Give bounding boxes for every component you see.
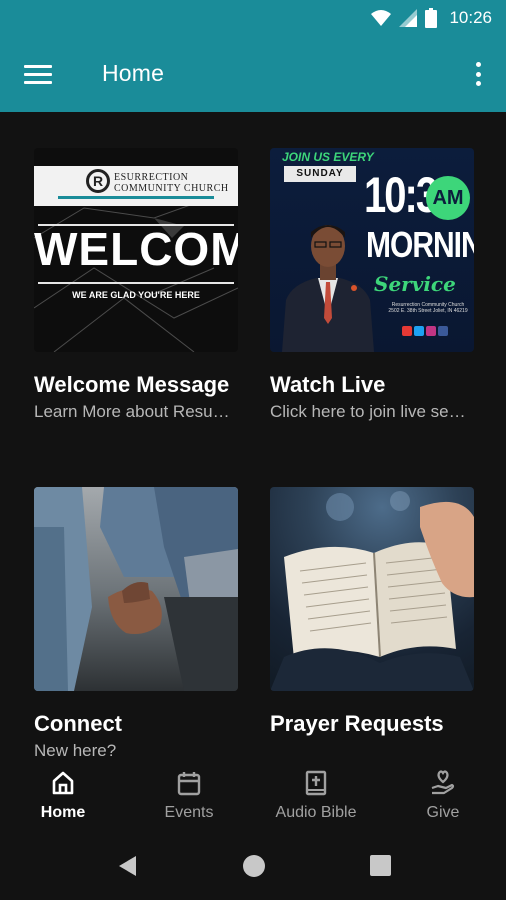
youtube-icon (402, 326, 412, 336)
open-bible-photo (270, 491, 474, 691)
nav-label: Audio Bible (275, 804, 357, 821)
signal-icon (399, 9, 418, 27)
system-navigation-bar (0, 830, 506, 900)
nav-give[interactable]: Give (380, 762, 506, 830)
bible-icon (305, 770, 327, 796)
card-title: Connect (34, 711, 122, 736)
card-title: Watch Live (270, 372, 386, 397)
facebook-icon (438, 326, 448, 336)
welcome-thumbnail: R ESURRECTION COMMUNITY CHURCH WELCOME W… (34, 148, 238, 352)
hamburger-menu-icon[interactable] (24, 62, 54, 86)
more-vertical-icon[interactable] (470, 60, 486, 88)
nav-label: Home (40, 804, 86, 821)
home-circle-icon[interactable] (243, 855, 265, 877)
twitter-icon (414, 326, 424, 336)
instagram-icon (426, 326, 436, 336)
live-church-info: Resurrection Community Church 2502 E. 38… (388, 302, 468, 314)
pastor-photo (282, 225, 374, 352)
card-subtitle: Click here to join live service (270, 402, 470, 421)
page-title: Home (102, 60, 165, 86)
home-content: R ESURRECTION COMMUNITY CHURCH WELCOME W… (0, 112, 506, 762)
give-heart-hand-icon (431, 770, 455, 795)
recents-icon[interactable] (370, 855, 391, 876)
church-logo-icon: R (86, 169, 110, 193)
card-prayer-requests[interactable]: Prayer Requests (270, 487, 474, 741)
home-icon (52, 771, 74, 795)
app-bar: Home (0, 36, 506, 112)
live-day-label: SUNDAY (284, 166, 356, 182)
welcome-tagline: WE ARE GLAD YOU'RE HERE (72, 290, 200, 300)
status-time: 10:26 (449, 8, 492, 27)
wifi-icon (371, 10, 392, 26)
status-icons: 10:26 (371, 8, 492, 28)
card-welcome-message[interactable]: R ESURRECTION COMMUNITY CHURCH WELCOME W… (34, 148, 238, 422)
live-ampm-badge: AM (426, 176, 470, 220)
nav-events[interactable]: Events (126, 762, 252, 830)
nav-label: Give (426, 804, 460, 821)
social-icons (402, 326, 448, 336)
nav-label: Events (164, 804, 214, 821)
back-icon[interactable] (116, 854, 140, 878)
nav-audio-bible[interactable]: Audio Bible (253, 762, 379, 830)
bottom-navigation: Home Events Audio Bible Give (0, 762, 506, 830)
church-logo-text: ESURRECTION COMMUNITY CHURCH (114, 172, 229, 194)
status-bar: 10:26 (0, 0, 506, 36)
nav-home[interactable]: Home (0, 762, 126, 830)
connect-thumbnail (34, 487, 238, 691)
live-service-text: Service (374, 272, 456, 296)
holding-hands-photo (34, 487, 238, 691)
prayer-requests-thumbnail (270, 487, 474, 691)
card-title: Welcome Message (34, 372, 230, 397)
calendar-icon (177, 772, 201, 796)
card-title: Prayer Requests (270, 711, 444, 736)
watch-live-thumbnail: JOIN US EVERY SUNDAY 10:30 AM MORNING Se… (270, 148, 474, 352)
live-join-text: JOIN US EVERY (282, 150, 374, 164)
card-subtitle: Learn More about Resurrection Community … (34, 402, 234, 421)
battery-icon (425, 8, 438, 28)
card-connect[interactable]: Connect New here? (34, 487, 238, 761)
welcome-headline: WELCOME (34, 223, 238, 275)
live-morning-text: MORNING (366, 226, 474, 266)
card-subtitle: New here? (34, 741, 117, 760)
card-watch-live[interactable]: JOIN US EVERY SUNDAY 10:30 AM MORNING Se… (270, 148, 474, 422)
